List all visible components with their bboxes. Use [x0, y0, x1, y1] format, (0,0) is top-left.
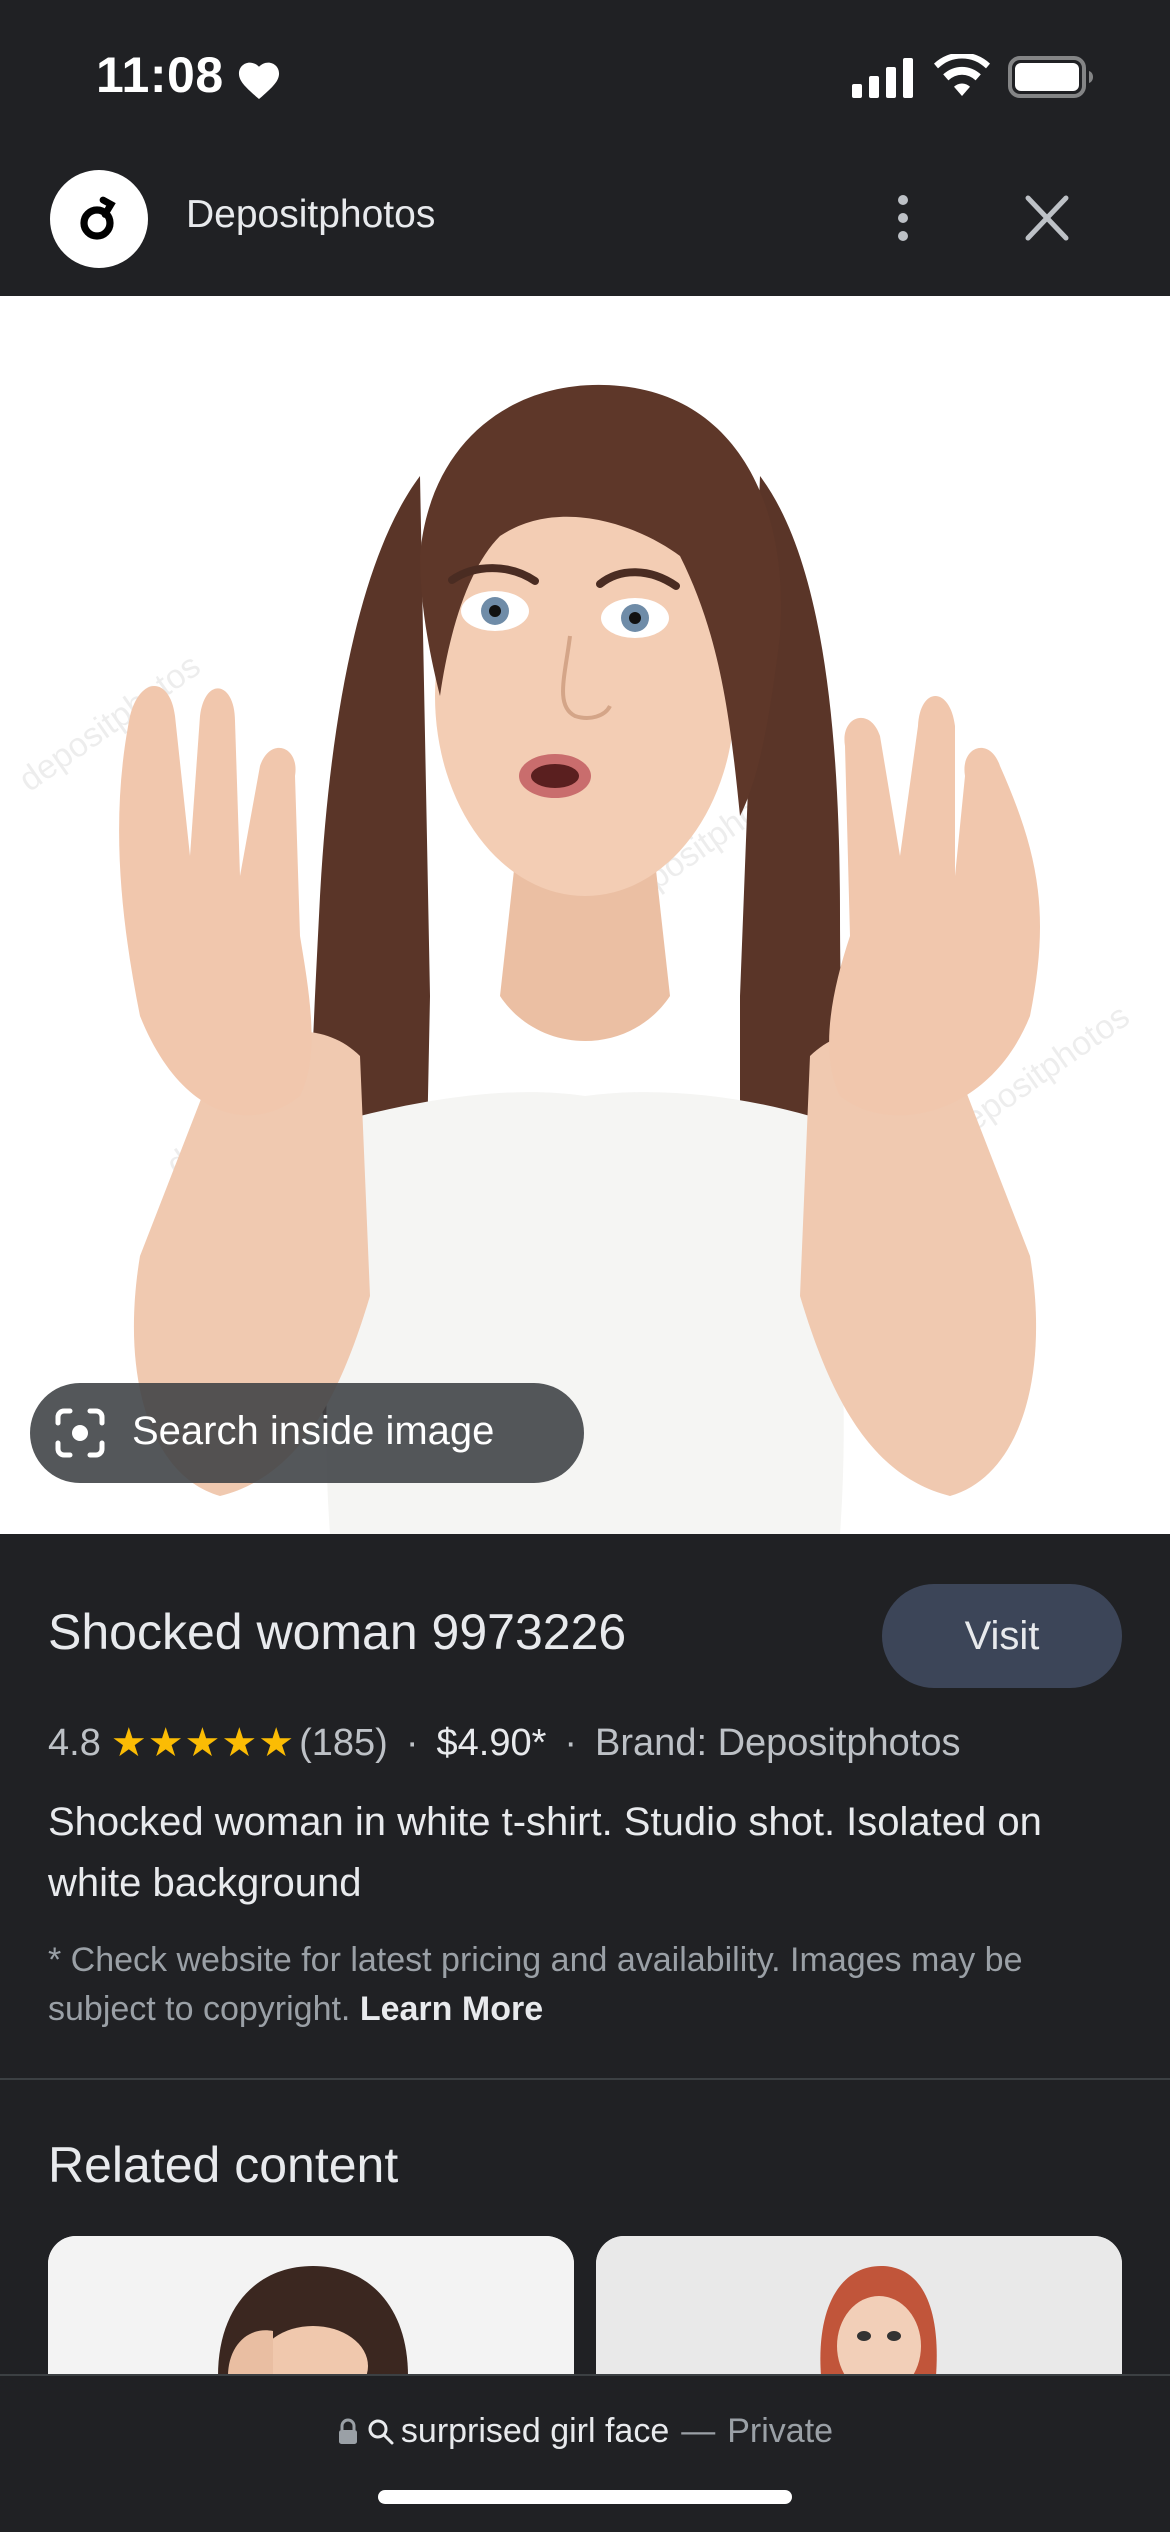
related-image-card[interactable] — [48, 2236, 574, 2376]
private-label: Private — [727, 2412, 834, 2450]
site-header — [0, 150, 1170, 296]
related-content-heading: Related content — [48, 2137, 399, 2193]
result-title: Shocked woman 9973226 — [48, 1604, 627, 1660]
close-icon[interactable] — [1018, 190, 1076, 246]
search-inside-image-label: Search inside image — [132, 1409, 495, 1453]
meta-separator: · — [405, 1721, 419, 1764]
private-dash: — — [681, 2412, 716, 2450]
price: $4.90* — [436, 1721, 547, 1764]
related-thumbnail — [48, 2236, 574, 2376]
wifi-icon — [934, 54, 990, 96]
review-count: (185) — [299, 1721, 388, 1764]
result-image[interactable]: depositphotos depositphotos depositphoto… — [0, 296, 1170, 1534]
shocked-woman-photo: depositphotos depositphotos depositphoto… — [12, 384, 1136, 1534]
related-image-card[interactable] — [596, 2236, 1122, 2376]
search-query-chip[interactable]: surprised girl face — Private — [0, 2412, 1170, 2451]
search-query-text: surprised girl face — [400, 2412, 670, 2450]
learn-more-link[interactable]: Learn More — [360, 1990, 543, 2028]
heart-icon — [238, 62, 280, 100]
lens-icon — [55, 1408, 105, 1458]
bottom-search-bar — [0, 2374, 1170, 2532]
status-bar: 11:08 — [0, 0, 1170, 150]
related-thumbnail — [596, 2236, 1122, 2376]
result-description: Shocked woman in white t-shirt. Studio s… — [48, 1800, 1042, 1905]
meta-separator: · — [564, 1721, 578, 1764]
copyright-disclaimer: * Check website for latest pricing and a… — [48, 1936, 1138, 2034]
more-vert-icon[interactable] — [878, 190, 928, 246]
status-time: 11:08 — [96, 47, 224, 103]
site-name[interactable]: Depositphotos — [186, 193, 435, 237]
rating-value: 4.8 — [48, 1721, 101, 1764]
search-inside-image-button[interactable]: Search inside image — [30, 1383, 584, 1483]
depositphotos-logo-icon[interactable] — [50, 170, 148, 268]
visit-button[interactable]: Visit — [882, 1584, 1122, 1688]
star-rating-icon: ★★★★★ — [110, 1721, 296, 1765]
section-divider — [0, 2078, 1170, 2080]
brand: Brand: Depositphotos — [595, 1721, 961, 1764]
home-indicator[interactable] — [378, 2490, 792, 2504]
search-icon — [368, 2419, 394, 2444]
result-meta: 4.8 ★★★★★ (185) · $4.90* · Brand: Deposi… — [48, 1720, 961, 1766]
signal-icon — [852, 58, 913, 98]
battery-icon — [1008, 56, 1093, 98]
lock-icon — [338, 2418, 357, 2444]
logo-glyph-icon — [80, 196, 116, 240]
